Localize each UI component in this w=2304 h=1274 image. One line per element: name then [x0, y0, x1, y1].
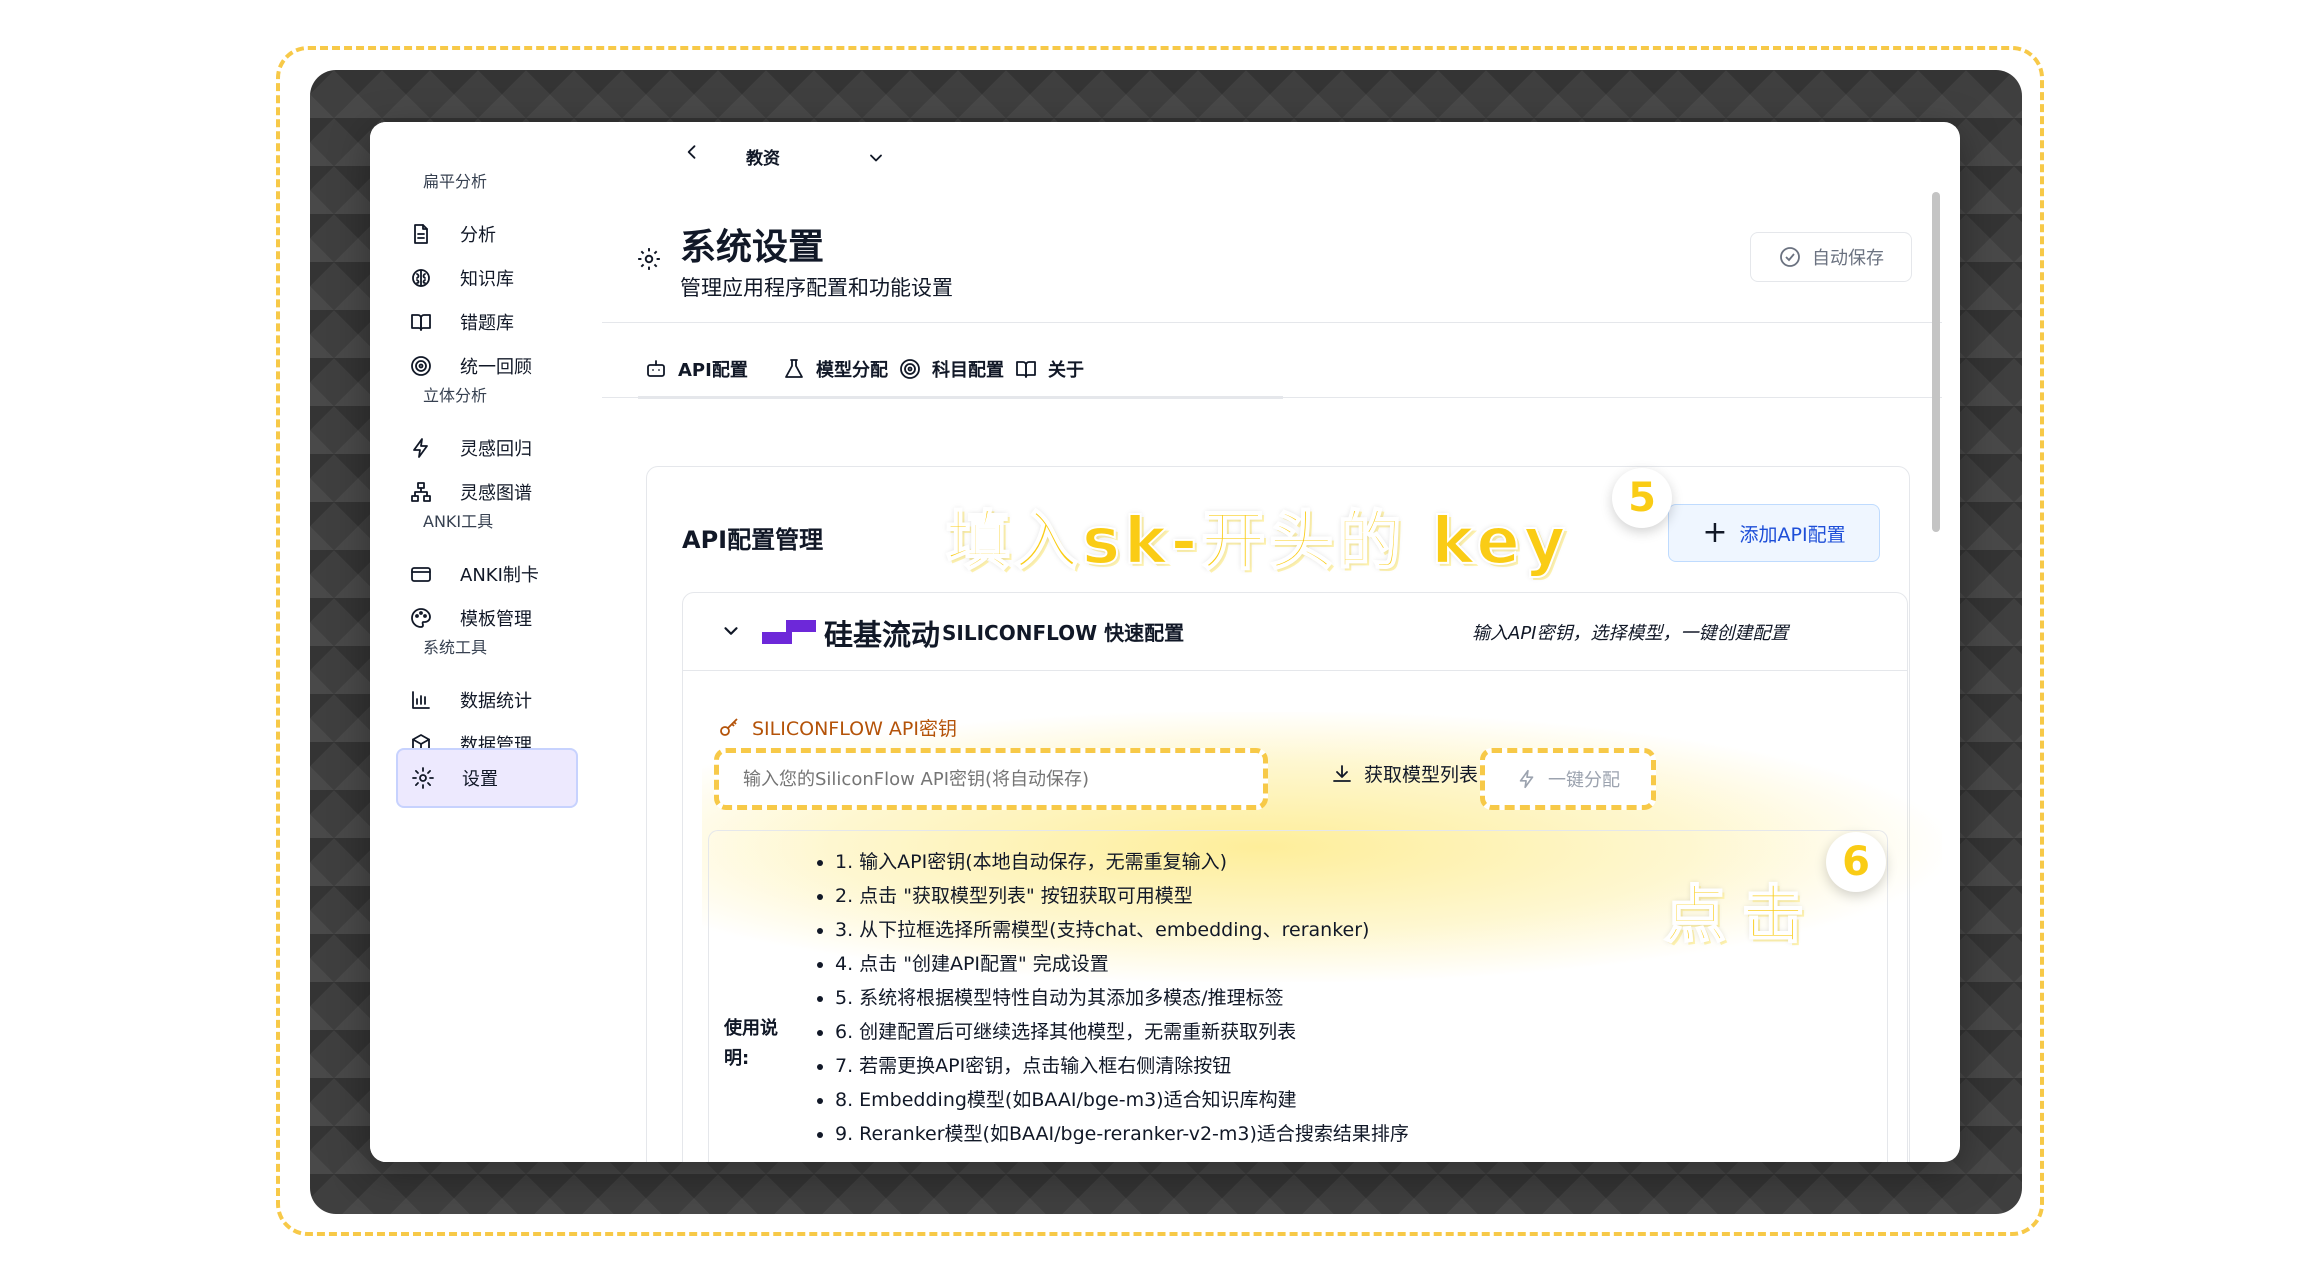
sidebar-item-label: 灵感图谱: [460, 483, 532, 504]
sidebar-item-settings[interactable]: 设置: [396, 748, 578, 808]
back-button[interactable]: [682, 142, 706, 166]
bar-chart-icon: [408, 687, 434, 713]
flask-icon: [785, 359, 803, 378]
topbar: 教资: [602, 122, 1942, 192]
chevron-left-icon: [687, 145, 696, 159]
tab-divider: [602, 397, 1942, 398]
list-item: 8. Embedding模型(如BAAI/bge-m3)适合知识库构建: [835, 1083, 1409, 1117]
sidebar-item-label: 错题库: [460, 313, 514, 334]
palette-icon: [408, 605, 434, 631]
sidebar-item-label: ANKI制卡: [460, 565, 539, 586]
tab-about[interactable]: 关于: [1014, 356, 1084, 382]
siliconflow-brand: 硅基流动: [824, 618, 941, 652]
list-item: 5. 系统将根据模型特性自动为其添加多模态/推理标签: [835, 981, 1409, 1015]
list-item: 1. 输入API密钥(本地自动保存，无需重复输入): [835, 845, 1409, 879]
subject-select[interactable]: 教资: [746, 144, 780, 169]
siliconflow-hint: 输入API密钥，选择模型，一键创建配置: [1472, 623, 1789, 644]
list-item: 6. 创建配置后可继续选择其他模型，无需重新获取列表: [835, 1015, 1409, 1049]
sidebar-section-title: 扁平分析: [423, 172, 488, 191]
api-key-label: SILICONFLOW API密钥: [718, 714, 957, 741]
tab-label: API配置: [678, 360, 748, 381]
step6-badge: 6: [1826, 832, 1886, 892]
sidebar-item-label: 数据统计: [460, 691, 532, 712]
tab-api-config[interactable]: API配置: [644, 356, 748, 382]
list-item: 2. 点击 "获取模型列表" 按钮获取可用模型: [835, 879, 1409, 913]
card-icon: [408, 561, 434, 587]
sidebar-section-title: ANKI工具: [423, 512, 494, 531]
list-item: 4. 点击 "创建API配置" 完成设置: [835, 947, 1409, 981]
gear-icon: [636, 246, 662, 276]
app-window: 扁平分析 分析 知识库 错题库 统一回顾 立体分析 灵感回归 灵感图谱 ANKI…: [370, 122, 1960, 1162]
api-config-title: API配置管理: [682, 526, 824, 554]
target-icon: [408, 353, 434, 379]
list-item: 3. 从下拉框选择所需模型(支持chat、embedding、reranker): [835, 913, 1409, 947]
gear-icon: [410, 765, 436, 791]
siliconflow-logo: [762, 620, 816, 644]
lightning-icon: [408, 435, 434, 461]
add-api-config-label: 添加API配置: [1739, 523, 1846, 546]
tab-label: 模型分配: [816, 360, 888, 381]
sidebar-item-label: 设置: [462, 769, 498, 790]
autosave-button[interactable]: 自动保存: [1750, 232, 1912, 282]
list-item: 7. 若需更换API密钥，点击输入框右侧清除按钮: [835, 1049, 1409, 1083]
autosave-label: 自动保存: [1812, 248, 1884, 269]
lightning-icon: [1519, 769, 1534, 789]
page-subtitle: 管理应用程序配置和功能设置: [680, 276, 953, 300]
settings-tabs: API配置 模型分配 科目配置 关于: [638, 344, 1283, 399]
sidebar-item-label: 灵感回归: [460, 439, 532, 460]
book-open-icon: [1016, 361, 1036, 378]
document-icon: [408, 221, 434, 247]
siliconflow-quick-label: SILICONFLOW 快速配置: [942, 621, 1185, 645]
tab-subject-config[interactable]: 科目配置: [898, 356, 1004, 382]
tab-label: 关于: [1048, 360, 1084, 381]
one-click-assign-button[interactable]: 一键分配: [1480, 748, 1656, 810]
key-icon: [720, 717, 738, 736]
step6-annotation: 点击: [1663, 877, 1821, 952]
robot-icon: [647, 360, 665, 377]
sidebar-item-label: 统一回顾: [460, 357, 532, 378]
sidebar-item-label: 分析: [460, 225, 496, 246]
instructions-label: 使用说明:: [724, 1018, 778, 1069]
sidebar-section-title: 立体分析: [423, 386, 488, 405]
sidebar-item-label: 模板管理: [460, 609, 532, 630]
scrollbar-thumb[interactable]: [1932, 192, 1940, 532]
tab-label: 科目配置: [932, 360, 1004, 381]
sidebar: 扁平分析 分析 知识库 错题库 统一回顾 立体分析 灵感回归 灵感图谱 ANKI…: [370, 122, 590, 1162]
tab-model-assign[interactable]: 模型分配: [782, 356, 888, 382]
page-title: 系统设置: [680, 227, 825, 268]
network-icon: [408, 479, 434, 505]
step5-badge: 5: [1612, 468, 1672, 528]
plus-icon: +: [1702, 515, 1728, 550]
chevron-down-icon[interactable]: [866, 148, 886, 172]
step5-annotation: 填入sk-开头的 key: [945, 504, 1570, 580]
main-content: 教资 系统设置 管理应用程序配置和功能设置 自动保存 API配置 模型分配 科目…: [602, 122, 1960, 1162]
book-open-icon: [408, 309, 434, 335]
list-item: 9. Reranker模型(如BAAI/bge-reranker-v2-m3)适…: [835, 1117, 1409, 1151]
instructions-list: 1. 输入API密钥(本地自动保存，无需重复输入) 2. 点击 "获取模型列表"…: [817, 845, 1409, 1151]
sidebar-section-title: 系统工具: [423, 638, 488, 657]
api-key-input[interactable]: [714, 748, 1268, 810]
chevron-down-icon[interactable]: [720, 620, 742, 646]
download-icon: [1333, 764, 1351, 782]
fetch-models-button[interactable]: 获取模型列表: [1330, 760, 1478, 787]
target-icon: [900, 359, 920, 379]
check-circle-icon: [1780, 247, 1800, 267]
add-api-config-button[interactable]: + 添加API配置: [1668, 504, 1880, 562]
brain-icon: [408, 265, 434, 291]
sidebar-item-label: 知识库: [460, 269, 514, 290]
